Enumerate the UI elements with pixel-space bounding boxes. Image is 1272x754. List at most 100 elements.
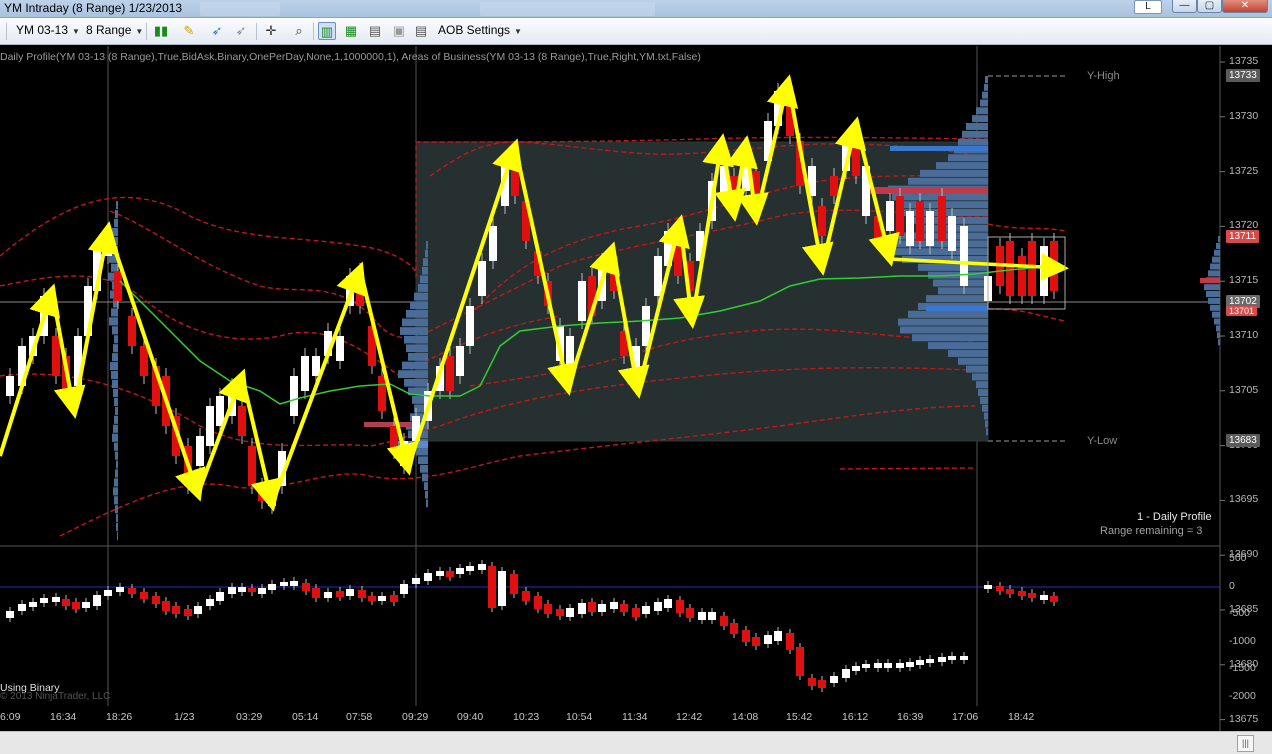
period-selector[interactable]: 8 Range ▼ [86, 23, 143, 37]
volume-profile-bar [928, 342, 988, 350]
toolbar-separator [313, 23, 314, 40]
candle-body [489, 226, 497, 261]
indicator-legend: Daily Profile(YM 03-13 (8 Range),True,Bi… [0, 51, 701, 63]
delta-candle-body [228, 587, 236, 594]
background-tab [480, 2, 655, 16]
delta-candle-body [916, 660, 924, 665]
maximize-button[interactable]: ▢ [1197, 0, 1222, 13]
volume-profile-bar [908, 177, 988, 185]
volume-profile-bar [426, 241, 428, 249]
pencil-icon[interactable]: ✎ [180, 22, 198, 40]
volume-profile-bar [888, 248, 988, 256]
scrollbar-grip-icon[interactable]: ||| [1237, 735, 1254, 752]
indicator-icon[interactable]: ▤ [366, 22, 384, 40]
poc-highlight-row [926, 306, 988, 311]
volume-profile-bar [898, 318, 988, 326]
volume-profile-bar [1208, 297, 1220, 304]
candle-body [206, 406, 214, 446]
volume-profile-bar [948, 349, 988, 357]
volume-profile-bar [112, 379, 118, 389]
delta-candle-body [184, 609, 192, 616]
volume-profile-bar [1217, 332, 1220, 339]
delta-candle-body [498, 571, 506, 606]
delta-candle-body [312, 588, 320, 598]
volume-profile-bar [912, 334, 988, 342]
horizontal-scrollbar[interactable]: ||| [0, 731, 1272, 754]
data-box-icon[interactable]: ▥ [318, 22, 336, 40]
volume-profile-bar [986, 428, 988, 436]
volume-profile-bar [982, 91, 988, 99]
delta-candle-body [194, 606, 202, 614]
delta-candle-body [446, 571, 454, 577]
price-chart[interactable] [0, 46, 1272, 731]
delta-candle-body [1050, 596, 1058, 602]
delta-candle-body [268, 584, 276, 590]
delta-candle-body [346, 589, 354, 596]
candle-body [478, 261, 486, 296]
magnet-icon[interactable]: ➶ [232, 22, 250, 40]
delta-candle-body [390, 595, 398, 602]
volume-profile-bar [1206, 291, 1220, 298]
volume-profile-bar [936, 162, 988, 170]
time-axis-label: 6:09 [0, 711, 21, 723]
candle-body [312, 356, 320, 376]
volume-profile-bar [1218, 236, 1220, 243]
volume-profile-bar [113, 344, 118, 353]
price-tag-y-low: 13683 [1226, 434, 1260, 447]
volume-profile-bar [116, 460, 118, 469]
delta-candle-body [424, 573, 432, 581]
zoom-icon[interactable]: ⌕ [290, 22, 308, 40]
price-axis-label: 13715 [1229, 274, 1259, 287]
aob-settings-menu[interactable]: AOB Settings ▼ [438, 23, 522, 37]
delta-axis-label: -500 [1229, 607, 1251, 619]
volume-profile-bar [402, 318, 428, 327]
volume-profile-bar [109, 317, 118, 326]
candle-body [948, 216, 956, 251]
volume-profile-bar [114, 415, 118, 424]
delta-candle-body [378, 596, 386, 601]
volume-profile-bar [115, 209, 118, 219]
volume-profile-bar [114, 397, 118, 406]
volume-profile-bar [113, 424, 118, 433]
delta-candle-body [818, 680, 826, 688]
candle-body [830, 176, 838, 196]
toolbar-separator [256, 23, 257, 40]
properties-icon[interactable]: ▤ [412, 22, 430, 40]
time-axis-label: 11:34 [622, 711, 648, 723]
chart-toolbar: YM 03-13 ▼ 8 Range ▼ ▮▮ ✎ ➶ ➶ ✛ ⌕ ▥ ▦ ▤ ▣ … [0, 18, 1272, 45]
volume-profile-bar [115, 406, 118, 415]
candle-body [916, 201, 924, 241]
zigzag-swing-line [270, 261, 367, 505]
candle-body [818, 206, 826, 236]
instrument-selector[interactable]: YM 03-13 ▼ [16, 23, 80, 37]
volume-profile-bar [402, 361, 428, 370]
delta-candle-body [598, 604, 606, 612]
chart-trader-icon[interactable]: ▦ [342, 22, 360, 40]
volume-profile-bar [1214, 318, 1220, 325]
zigzag-swing-line [0, 283, 61, 457]
delta-candle-body [1028, 593, 1036, 598]
delta-axis-label: 500 [1229, 552, 1247, 564]
volume-profile-bar [400, 327, 428, 335]
volume-profile-bar [115, 505, 118, 514]
volume-profile-bar [425, 249, 428, 258]
delta-candle-body [566, 608, 574, 617]
time-axis-label: 10:23 [513, 711, 540, 723]
delta-candle-body [960, 656, 968, 660]
delta-candle-body [1040, 595, 1048, 600]
strategy-icon[interactable]: ▣ [390, 22, 408, 40]
pointer-icon[interactable]: ➶ [208, 22, 226, 40]
volume-profile-bar [985, 76, 988, 84]
bar-style-icon[interactable]: ▮▮ [152, 22, 170, 40]
close-button[interactable]: ✕ [1222, 0, 1268, 13]
delta-candle-body [874, 663, 882, 668]
delta-candle-body [752, 637, 760, 646]
crosshair-icon[interactable]: ✛ [262, 22, 280, 40]
delta-candle-body [82, 602, 90, 608]
minimize-button[interactable]: — [1172, 0, 1197, 13]
language-button[interactable]: L [1134, 0, 1162, 14]
period-label: 8 Range [86, 23, 132, 37]
chart-area[interactable]: Daily Profile(YM 03-13 (8 Range),True,Bi… [0, 46, 1272, 731]
delta-candle-body [280, 582, 288, 586]
delta-candle-body [884, 663, 892, 668]
